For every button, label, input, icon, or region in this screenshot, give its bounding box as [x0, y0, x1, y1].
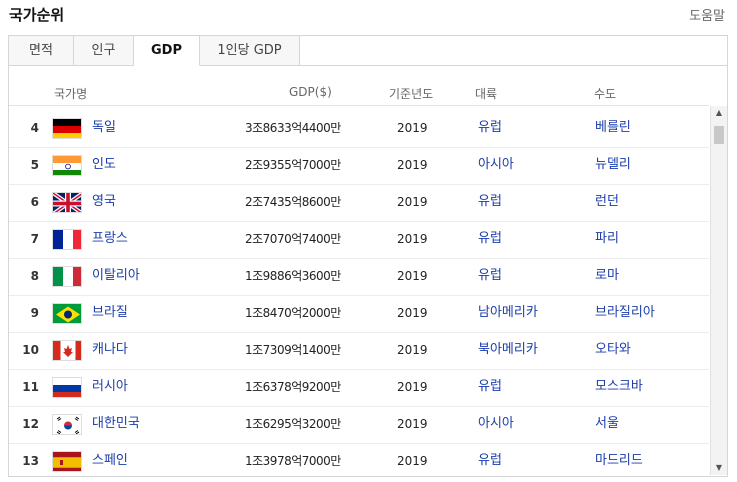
country-link[interactable]: 이탈리아	[92, 269, 140, 283]
gdp-value: 1조6295억3200만	[245, 417, 341, 431]
scroll-up-icon[interactable]: ▲	[711, 106, 727, 120]
help-link[interactable]: 도움말	[689, 5, 725, 24]
capital-link[interactable]: 베를린	[595, 121, 631, 135]
rank-label: 7	[30, 232, 39, 246]
table-header: 국가명 GDP($) 기준년도 대륙 수도	[9, 80, 709, 106]
spain-flag-icon[interactable]	[52, 451, 82, 472]
country-link[interactable]: 독일	[92, 121, 116, 135]
gdp-value: 1조6378억9200만	[245, 380, 341, 394]
continent-link[interactable]: 남아메리카	[478, 306, 538, 320]
year-value: 2019	[397, 343, 428, 357]
page-title: 국가순위	[9, 6, 65, 24]
rank-label: 11	[22, 380, 39, 394]
rank-label: 10	[22, 343, 39, 357]
france-flag-icon[interactable]	[52, 229, 82, 250]
capital-link[interactable]: 런던	[595, 195, 619, 209]
country-link[interactable]: 대한민국	[92, 417, 140, 431]
capital-link[interactable]: 서울	[595, 417, 619, 431]
germany-flag-icon[interactable]	[52, 118, 82, 139]
russia-flag-icon[interactable]	[52, 377, 82, 398]
rank-label: 6	[30, 195, 39, 209]
capital-link[interactable]: 브라질리아	[595, 306, 655, 320]
col-year: 기준년도	[389, 87, 434, 101]
year-value: 2019	[397, 195, 428, 209]
gdp-value: 2조9355억7000만	[245, 158, 341, 172]
country-link[interactable]: 러시아	[92, 380, 128, 394]
year-value: 2019	[397, 158, 428, 172]
india-flag-icon[interactable]	[52, 155, 82, 176]
vertical-scrollbar[interactable]: ▲ ▼	[710, 106, 727, 475]
year-value: 2019	[397, 269, 428, 283]
country-link[interactable]: 스페인	[92, 454, 128, 468]
continent-link[interactable]: 유럽	[478, 380, 502, 394]
gdp-value: 3조8633억4400만	[245, 121, 341, 135]
ranking-panel: 면적 인구 GDP 1인당 GDP 국가명 GDP($) 기준년도 대륙 수도 …	[8, 35, 728, 477]
table-row: 5 인도 2조9355억7000만 2019 아시아 뉴델리	[9, 147, 709, 185]
table-row: 6 영국 2조7435억8600만 2019 유럽 런던	[9, 184, 709, 222]
italy-flag-icon[interactable]	[52, 266, 82, 287]
continent-link[interactable]: 유럽	[478, 195, 502, 209]
country-link[interactable]: 영국	[92, 195, 116, 209]
table-row: 9 브라질 1조8470억2000만 2019 남아메리카 브라질리아	[9, 295, 709, 333]
capital-link[interactable]: 뉴델리	[595, 158, 631, 172]
rank-label: 5	[30, 158, 39, 172]
table-row: 10 캐나다 1조7309억1400만 2019 북아메리카 오타와	[9, 332, 709, 370]
continent-link[interactable]: 유럽	[478, 232, 502, 246]
col-gdp: GDP($)	[289, 85, 332, 99]
rank-label: 12	[22, 417, 39, 431]
gdp-value: 2조7070억7400만	[245, 232, 341, 246]
year-value: 2019	[397, 306, 428, 320]
col-country: 국가명	[54, 87, 88, 101]
table-row: 8 이탈리아 1조9886억3600만 2019 유럽 로마	[9, 258, 709, 296]
continent-link[interactable]: 유럽	[478, 454, 502, 468]
rank-label: 9	[30, 306, 39, 320]
year-value: 2019	[397, 232, 428, 246]
table-row: 7 프랑스 2조7070억7400만 2019 유럽 파리	[9, 221, 709, 259]
tab-area[interactable]: 면적	[9, 36, 74, 66]
tab-gdp-per-capita[interactable]: 1인당 GDP	[200, 36, 300, 66]
table-row: 11 러시아 1조6378억9200만 2019 유럽 모스크바	[9, 369, 709, 407]
gdp-value: 2조7435억8600만	[245, 195, 341, 209]
rank-label: 8	[30, 269, 39, 283]
year-value: 2019	[397, 121, 428, 135]
gdp-value: 1조9886억3600만	[245, 269, 341, 283]
gdp-value: 1조8470억2000만	[245, 306, 341, 320]
capital-link[interactable]: 오타와	[595, 343, 631, 357]
country-link[interactable]: 캐나다	[92, 343, 128, 357]
gdp-value: 1조7309억1400만	[245, 343, 341, 357]
rank-label: 4	[30, 121, 39, 135]
table-row: 12 대한민국 1조6295억3200만 2019 아시아 서울	[9, 406, 709, 444]
gdp-value: 1조3978억7000만	[245, 454, 341, 468]
year-value: 2019	[397, 380, 428, 394]
year-value: 2019	[397, 417, 428, 431]
scroll-thumb[interactable]	[714, 126, 724, 144]
tab-bar-filler	[300, 36, 727, 66]
south-korea-flag-icon[interactable]	[52, 414, 82, 435]
country-link[interactable]: 프랑스	[92, 232, 128, 246]
capital-link[interactable]: 마드리드	[595, 454, 643, 468]
capital-link[interactable]: 모스크바	[595, 380, 643, 394]
capital-link[interactable]: 로마	[595, 269, 619, 283]
scroll-down-icon[interactable]: ▼	[711, 461, 727, 475]
col-continent: 대륙	[475, 87, 498, 101]
rank-label: 13	[22, 454, 39, 468]
canada-flag-icon[interactable]	[52, 340, 82, 361]
capital-link[interactable]: 파리	[595, 232, 619, 246]
continent-link[interactable]: 유럽	[478, 121, 502, 135]
continent-link[interactable]: 아시아	[478, 417, 514, 431]
tab-bar: 면적 인구 GDP 1인당 GDP	[9, 36, 727, 66]
country-link[interactable]: 인도	[92, 158, 116, 172]
year-value: 2019	[397, 454, 428, 468]
tab-population[interactable]: 인구	[74, 36, 134, 66]
table-row: 13 스페인 1조3978억7000만 2019 유럽 마드리드	[9, 443, 709, 476]
table-row: 4 독일 3조8633억4400만 2019 유럽 베를린	[9, 110, 709, 148]
brazil-flag-icon[interactable]	[52, 303, 82, 324]
continent-link[interactable]: 아시아	[478, 158, 514, 172]
continent-link[interactable]: 북아메리카	[478, 343, 538, 357]
country-link[interactable]: 브라질	[92, 306, 128, 320]
col-capital: 수도	[594, 87, 617, 101]
continent-link[interactable]: 유럽	[478, 269, 502, 283]
tab-gdp[interactable]: GDP	[134, 36, 200, 66]
uk-flag-icon[interactable]	[52, 192, 82, 213]
